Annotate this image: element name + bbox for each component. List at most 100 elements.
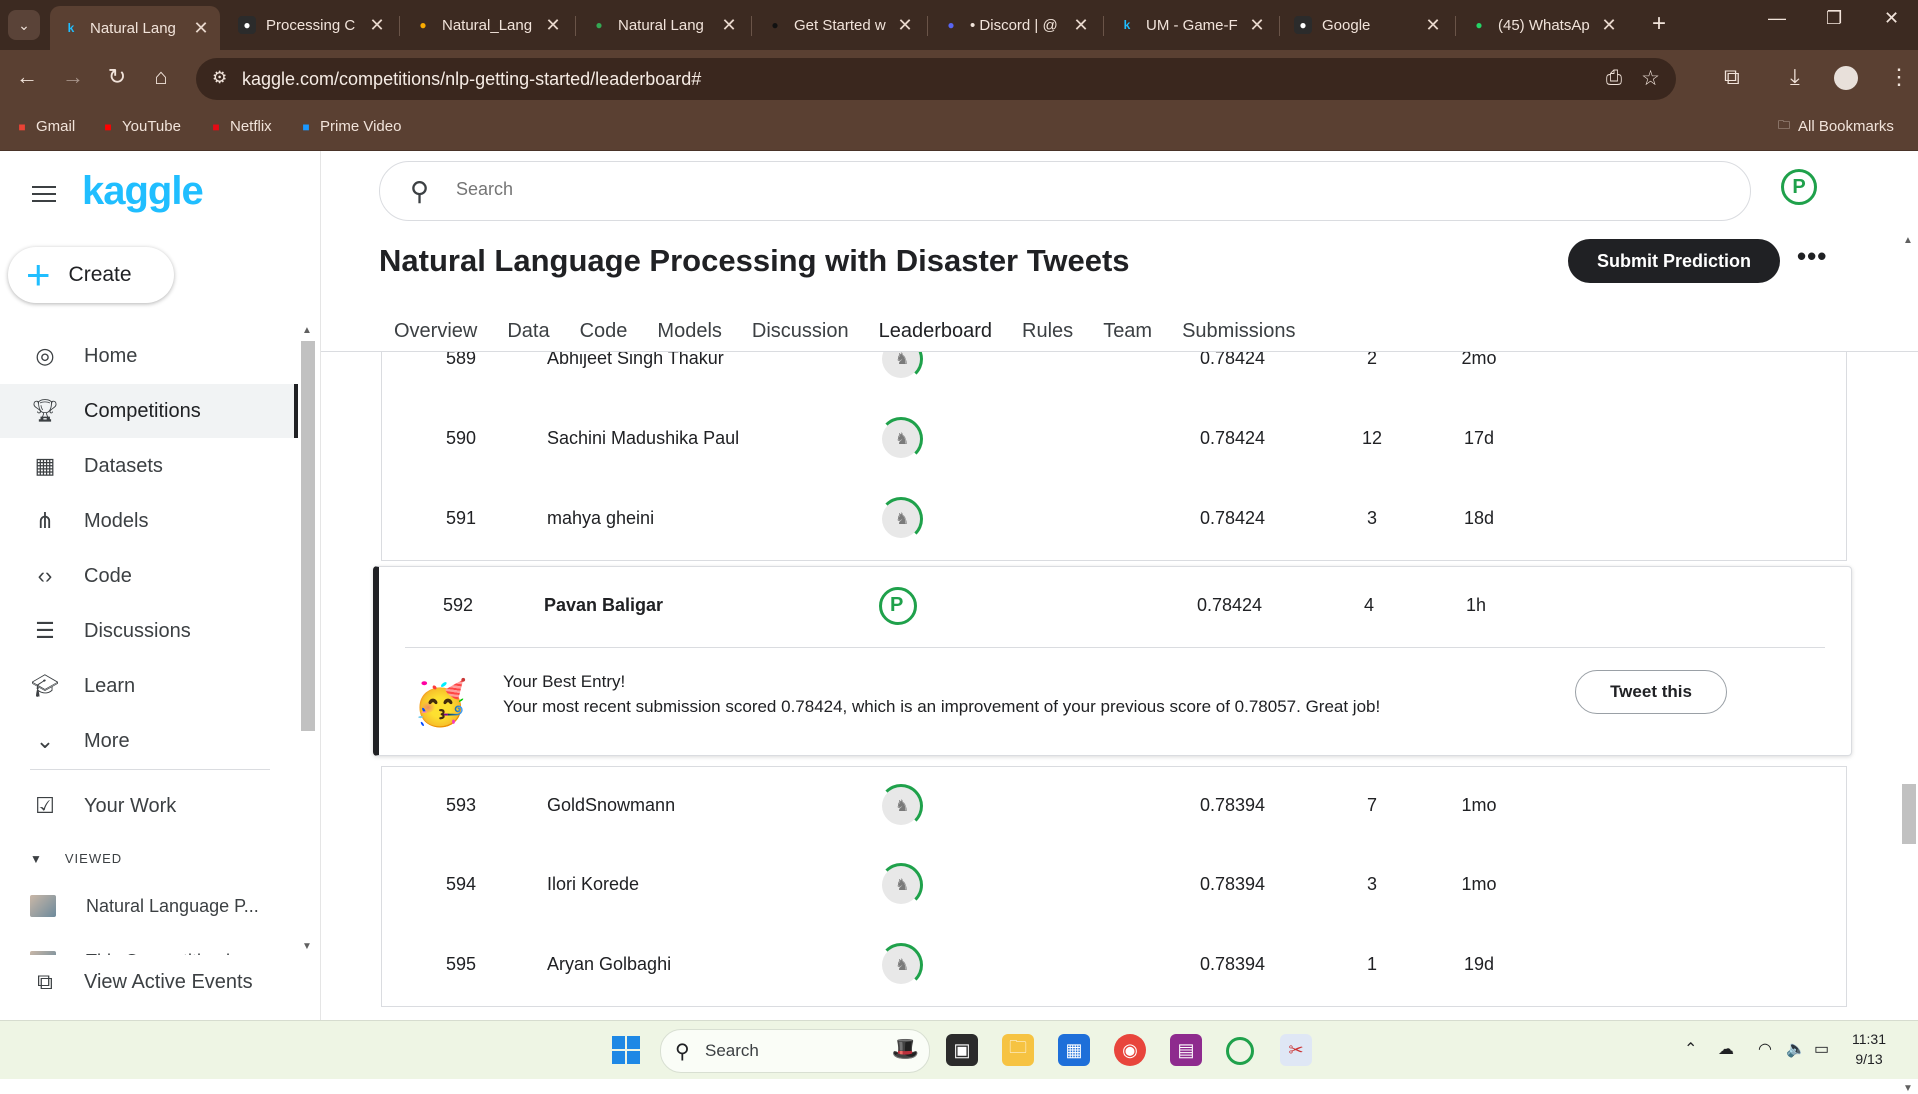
scrollbar-thumb[interactable] bbox=[1902, 784, 1916, 844]
new-tab-button[interactable]: + bbox=[1652, 10, 1666, 38]
windows-start-icon[interactable] bbox=[612, 1036, 640, 1064]
search-bar[interactable]: ⚲ bbox=[379, 161, 1751, 221]
view-active-events[interactable]: ⧉ View Active Events bbox=[0, 955, 298, 1009]
team-avatar[interactable]: ♞ bbox=[879, 863, 923, 907]
team-name[interactable]: Aryan Golbaghi bbox=[547, 954, 671, 975]
profile-avatar[interactable] bbox=[1834, 66, 1858, 90]
back-button[interactable]: ← bbox=[12, 64, 42, 90]
sidebar-item-models[interactable]: ⋔ Models bbox=[0, 494, 298, 548]
network-status-icon[interactable]: ☁ bbox=[1718, 1039, 1734, 1059]
reload-button[interactable]: ↻ bbox=[102, 64, 132, 90]
team-name[interactable]: Ilori Korede bbox=[547, 874, 639, 895]
bookmark-item[interactable]: ■ Gmail bbox=[14, 118, 75, 135]
viewed-section-toggle[interactable]: ▼ VIEWED bbox=[30, 851, 122, 866]
user-avatar[interactable]: P bbox=[1781, 169, 1817, 205]
extensions-icon[interactable]: ⧉ bbox=[1724, 64, 1740, 90]
sidebar-item-home[interactable]: ◎ Home bbox=[0, 329, 298, 383]
close-tab-icon[interactable]: ✕ bbox=[1422, 15, 1444, 36]
browser-tab[interactable]: ● Get Started w ✕ bbox=[754, 8, 924, 42]
sidebar-scrollbar[interactable]: ▲ ▼ bbox=[299, 319, 317, 959]
browser-tab[interactable]: k UM - Game-F ✕ bbox=[1106, 8, 1276, 42]
sidebar-item-code[interactable]: ‹› Code bbox=[0, 549, 298, 603]
close-window-button[interactable]: ✕ bbox=[1884, 8, 1899, 29]
close-tab-icon[interactable]: ✕ bbox=[718, 15, 740, 36]
close-tab-icon[interactable]: ✕ bbox=[190, 18, 212, 39]
scroll-down-icon[interactable]: ▼ bbox=[302, 941, 312, 952]
browser-tab[interactable]: ● (45) WhatsAp ✕ bbox=[1458, 8, 1628, 42]
sidebar-item-discussions[interactable]: ☰ Discussions bbox=[0, 604, 298, 658]
bookmark-item[interactable]: ■ Prime Video bbox=[298, 118, 401, 135]
tweet-this-button[interactable]: Tweet this bbox=[1575, 670, 1727, 714]
browser-tab[interactable]: ● Processing C ✕ bbox=[226, 8, 396, 42]
scrollbar-thumb[interactable] bbox=[301, 341, 315, 731]
address-bar[interactable]: ⚙ kaggle.com/competitions/nlp-getting-st… bbox=[196, 58, 1676, 100]
file-explorer-icon[interactable]: 🗀 bbox=[1002, 1034, 1034, 1066]
table-row[interactable]: 589 Abhijeet Singh Thakur 0.78424 2 2mo ♞ bbox=[381, 352, 1847, 401]
close-tab-icon[interactable]: ✕ bbox=[894, 15, 916, 36]
browser-tab[interactable]: ● Natural Lang ✕ bbox=[578, 8, 748, 42]
tab-team[interactable]: Team bbox=[1088, 309, 1167, 353]
kaggle-logo[interactable]: kaggle bbox=[82, 169, 204, 214]
volume-icon[interactable]: 🔈 bbox=[1786, 1039, 1806, 1059]
sidebar-item-datasets[interactable]: ▦ Datasets bbox=[0, 439, 298, 493]
tab-rules[interactable]: Rules bbox=[1007, 309, 1088, 353]
my-leaderboard-row[interactable]: 592 Pavan Baligar 0.78424 4 1h P bbox=[379, 567, 1819, 647]
browser-tab[interactable]: k Natural Lang ✕ bbox=[50, 6, 220, 50]
browser-tab[interactable]: ● Natural_Lang ✕ bbox=[402, 8, 572, 42]
restore-button[interactable]: ❐ bbox=[1826, 8, 1842, 29]
tab-overview[interactable]: Overview bbox=[379, 309, 492, 353]
site-info-icon[interactable]: ⚙ bbox=[212, 68, 227, 88]
browser-tab[interactable]: ● • Discord | @ ✕ bbox=[930, 8, 1100, 42]
team-name[interactable]: mahya gheini bbox=[547, 508, 654, 529]
team-avatar[interactable]: ♞ bbox=[879, 497, 923, 541]
tab-leaderboard[interactable]: Leaderboard bbox=[864, 309, 1023, 357]
wifi-icon[interactable]: ◠ bbox=[1758, 1039, 1772, 1059]
team-avatar[interactable]: P bbox=[879, 587, 917, 625]
browser-tab[interactable]: ● Google ✕ bbox=[1282, 8, 1452, 42]
scroll-down-icon[interactable]: ▼ bbox=[1903, 1083, 1913, 1094]
home-button[interactable]: ⌂ bbox=[146, 64, 176, 90]
close-tab-icon[interactable]: ✕ bbox=[1070, 15, 1092, 36]
menu-icon[interactable]: ⋮ bbox=[1888, 64, 1910, 90]
table-row[interactable]: 593 GoldSnowmann 0.78394 7 1mo ♞ bbox=[381, 766, 1847, 848]
winrar-icon[interactable]: ▤ bbox=[1170, 1034, 1202, 1066]
hamburger-menu-icon[interactable] bbox=[32, 181, 56, 207]
team-avatar[interactable]: ♞ bbox=[882, 352, 923, 381]
team-name[interactable]: GoldSnowmann bbox=[547, 795, 675, 816]
close-tab-icon[interactable]: ✕ bbox=[366, 15, 388, 36]
submit-prediction-button[interactable]: Submit Prediction bbox=[1568, 239, 1780, 283]
create-button[interactable]: + Create bbox=[8, 247, 174, 303]
sidebar-item-your-work[interactable]: ☑ Your Work bbox=[0, 779, 298, 833]
install-icon[interactable]: ⎙ bbox=[1606, 67, 1622, 90]
downloads-icon[interactable]: ⤓ bbox=[1790, 64, 1800, 90]
bookmark-star-icon[interactable]: ☆ bbox=[1641, 66, 1660, 91]
tab-code[interactable]: Code bbox=[565, 309, 643, 353]
tab-submissions[interactable]: Submissions bbox=[1167, 309, 1310, 353]
bookmark-item[interactable]: ■ YouTube bbox=[100, 118, 181, 135]
task-view-icon[interactable]: ▣ bbox=[946, 1034, 978, 1066]
sidebar-item-learn[interactable]: 🎓︎ Learn bbox=[0, 659, 298, 713]
table-row[interactable]: 594 Ilori Korede 0.78394 3 1mo ♞ bbox=[381, 846, 1847, 927]
table-row[interactable]: 590 Sachini Madushika Paul 0.78424 12 17d ♞ bbox=[381, 400, 1847, 481]
circular-app-icon[interactable] bbox=[1226, 1037, 1254, 1065]
team-name[interactable]: Abhijeet Singh Thakur bbox=[547, 352, 724, 369]
close-tab-icon[interactable]: ✕ bbox=[1598, 15, 1620, 36]
chrome-icon[interactable]: ◉ bbox=[1114, 1034, 1146, 1066]
team-avatar[interactable]: ♞ bbox=[879, 417, 923, 461]
battery-icon[interactable]: ▭ bbox=[1814, 1039, 1829, 1059]
forward-button[interactable]: → bbox=[58, 64, 88, 90]
snipping-tool-icon[interactable]: ✂ bbox=[1280, 1034, 1312, 1066]
taskbar-search[interactable]: ⚲ Search 🎩 bbox=[660, 1029, 930, 1073]
minimize-button[interactable]: — bbox=[1768, 8, 1786, 29]
tab-discussion[interactable]: Discussion bbox=[737, 309, 864, 353]
search-input[interactable] bbox=[454, 178, 1358, 201]
more-options-icon[interactable]: ••• bbox=[1797, 241, 1827, 272]
scroll-up-icon[interactable]: ▲ bbox=[1903, 235, 1913, 246]
tab-search-dropdown[interactable]: ⌄ bbox=[8, 10, 40, 40]
microsoft-store-icon[interactable]: ▦ bbox=[1058, 1034, 1090, 1066]
sidebar-item-more[interactable]: ⌄ More bbox=[0, 714, 298, 768]
sidebar-item-competitions[interactable]: 🏆︎ Competitions bbox=[0, 384, 298, 438]
bookmark-item[interactable]: ■ Netflix bbox=[208, 118, 271, 135]
team-avatar[interactable]: ♞ bbox=[879, 784, 923, 828]
team-name[interactable]: Sachini Madushika Paul bbox=[547, 428, 739, 449]
